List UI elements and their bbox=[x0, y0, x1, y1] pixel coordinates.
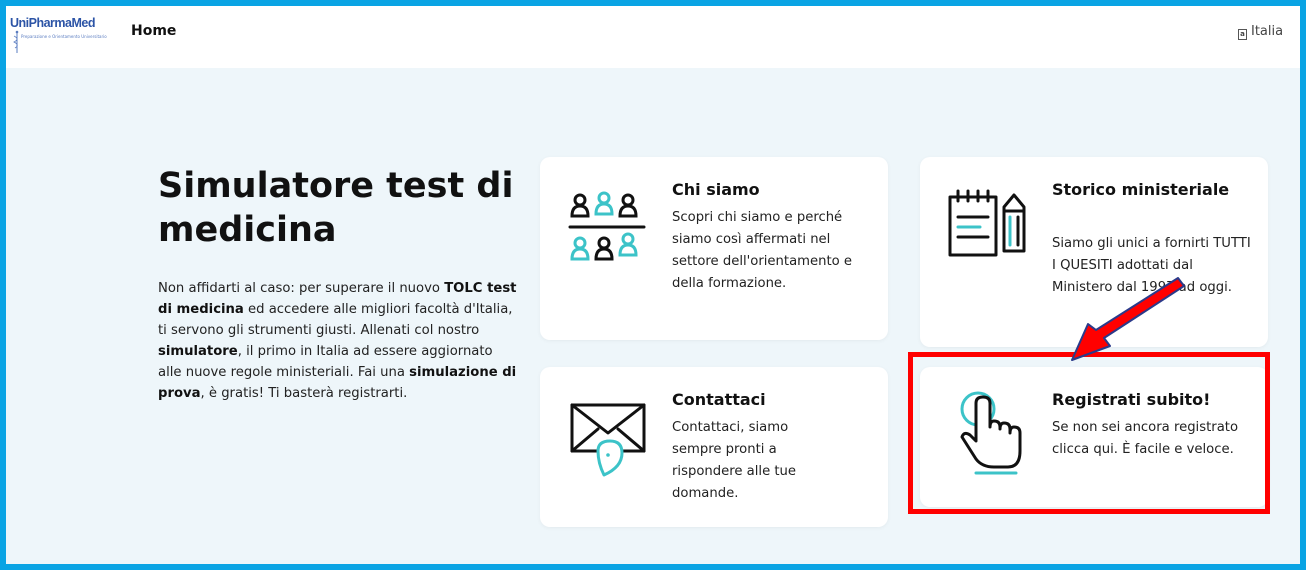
card-title-storico: Storico ministeriale bbox=[1052, 180, 1230, 199]
site-logo[interactable]: UniPharmaMed Preparazione e Orientamento… bbox=[10, 14, 107, 62]
logo-text: UniPharmaMed bbox=[10, 16, 96, 30]
caduceus-icon bbox=[13, 30, 19, 53]
card-text-chi-siamo: Scopri chi siamo e perché siamo così aff… bbox=[672, 210, 853, 291]
card-contattaci[interactable]: Contattaci Contattaci, siamo sempre pron… bbox=[540, 367, 888, 527]
hero-text-part: , è gratis! Ti basterà registrarti. bbox=[200, 386, 408, 401]
language-label: Italia bbox=[1251, 24, 1284, 39]
envelope-icon bbox=[570, 403, 646, 477]
nav-home-link[interactable]: Home bbox=[131, 23, 176, 39]
top-navbar: UniPharmaMed Preparazione e Orientamento… bbox=[6, 6, 1300, 68]
notepad-pencil-icon bbox=[948, 189, 1026, 257]
hero-description: Non affidarti al caso: per superare il n… bbox=[158, 278, 518, 404]
hero-text-part: Non affidarti al caso: per superare il n… bbox=[158, 281, 445, 296]
red-arrow-annotation bbox=[1071, 277, 1185, 361]
browser-frame: UniPharmaMed Preparazione e Orientamento… bbox=[0, 0, 1306, 570]
card-title-chi-siamo: Chi siamo bbox=[672, 180, 760, 199]
card-chi-siamo[interactable]: Chi siamo Scopri chi siamo e perché siam… bbox=[540, 157, 888, 340]
team-icon bbox=[568, 191, 646, 261]
logo-subtitle: Preparazione e Orientamento Universitari… bbox=[21, 34, 107, 39]
card-title-contattaci: Contattaci bbox=[672, 390, 766, 409]
language-selector[interactable]: a Italia bbox=[1238, 24, 1283, 40]
page-title: Simulatore test di medicina bbox=[158, 166, 514, 250]
card-text-contattaci: Contattaci, siamo sempre pronti a rispon… bbox=[672, 420, 797, 501]
hero-bold-simulatore: simulatore bbox=[158, 344, 238, 359]
language-icon: a bbox=[1238, 29, 1247, 40]
highlight-box bbox=[908, 352, 1270, 514]
